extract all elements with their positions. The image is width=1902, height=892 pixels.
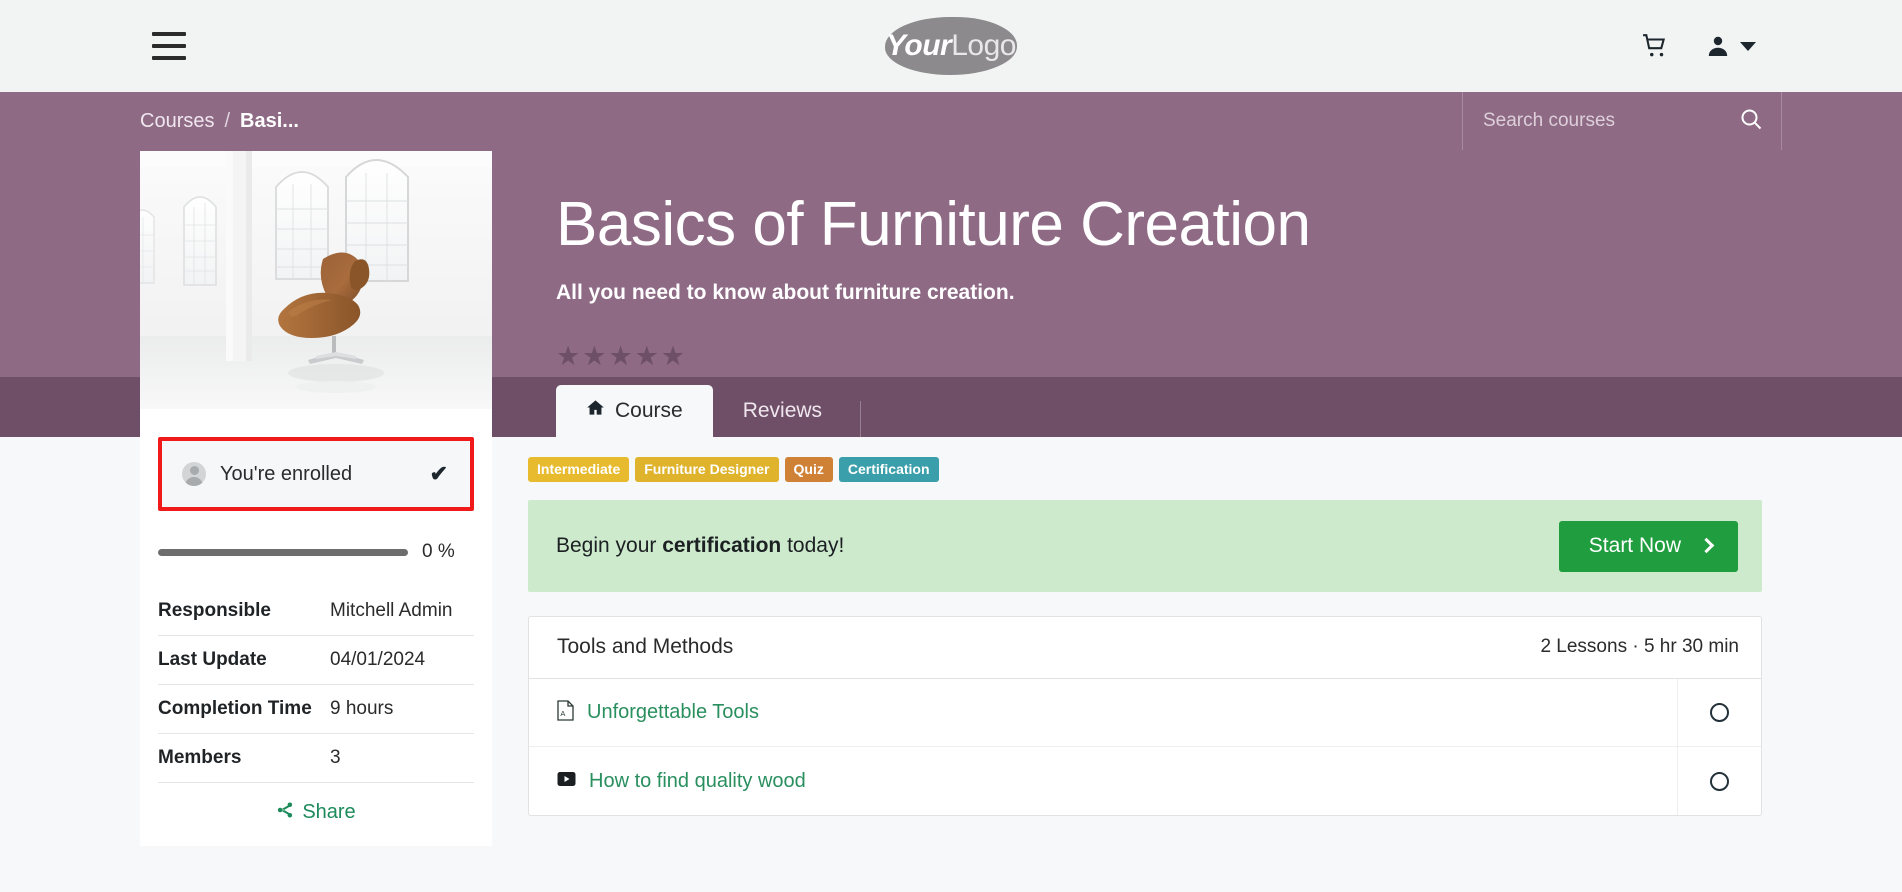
lesson-status[interactable] [1677,747,1761,815]
info-key: Members [158,733,330,783]
course-subtitle: All you need to know about furniture cre… [556,280,1015,304]
table-row: Completion Time 9 hours [158,684,474,734]
tag-certification[interactable]: Certification [838,457,939,482]
header-actions [1642,33,1842,59]
lesson-info: How to find quality wood [529,747,1677,815]
start-now-button[interactable]: Start Now [1558,520,1738,572]
tag-intermediate[interactable]: Intermediate [528,457,630,482]
tab-divider [860,401,862,437]
table-row: Last Update 04/01/2024 [158,635,474,685]
hamburger-bar [152,32,186,36]
loft-interior-illustration [140,151,492,409]
share-button[interactable]: Share [158,801,474,846]
info-key: Responsible [158,587,330,636]
info-key: Last Update [158,635,330,685]
tab-course[interactable]: Course [556,385,713,437]
cert-text-after: today! [781,534,845,557]
progress-bar-track [158,548,408,556]
site-header: YourLogo [0,0,1902,92]
lessons-section-title: Tools and Methods [557,635,734,658]
cert-text-before: Begin your [556,534,663,557]
course-main-content: Intermediate Furniture Designer Quiz Cer… [492,437,1762,846]
tab-reviews[interactable]: Reviews [713,386,852,437]
tag-quiz[interactable]: Quiz [784,457,833,482]
course-info-table: Responsible Mitchell Admin Last Update 0… [158,587,474,783]
chevron-down-icon [1740,41,1756,51]
cert-text-bold: certification [662,534,782,557]
table-row: Responsible Mitchell Admin [158,587,474,636]
course-progress: 0 % [158,541,474,563]
info-value: 9 hours [330,684,474,734]
course-sidebar: You're enrolled ✔ 0 % Responsible Mitche… [140,151,492,846]
home-icon [586,398,605,423]
breadcrumb-separator: / [224,109,231,132]
lesson-title[interactable]: Unforgettable Tools [587,701,759,724]
tag-furniture-designer[interactable]: Furniture Designer [635,457,779,482]
breadcrumb: Courses / Basi... [140,110,299,133]
user-account-menu[interactable] [1706,34,1756,58]
page-title: Basics of Furniture Creation [556,190,1311,259]
breadcrumb-item-courses[interactable]: Courses [140,110,214,133]
enrolled-highlight-box: You're enrolled ✔ [158,437,474,511]
page-body: You're enrolled ✔ 0 % Responsible Mitche… [0,151,1902,846]
course-thumbnail [140,151,492,409]
star-icon: ★ [556,340,581,371]
hamburger-menu-icon[interactable] [152,32,186,60]
progress-percent-label: 0 % [422,541,455,562]
breadcrumb-bar: Courses / Basi... [0,92,1902,150]
video-play-icon [557,771,576,792]
status-circle-incomplete-icon [1710,771,1729,791]
search-icon[interactable] [1739,107,1763,136]
user-avatar-icon [182,462,206,486]
logo-primary-text: Your [886,29,952,62]
info-value: 3 [330,733,474,783]
lessons-section-header: Tools and Methods 2 Lessons · 5 hr 30 mi… [529,617,1761,679]
logo-text: YourLogo [886,29,1016,63]
search-input[interactable] [1483,110,1739,132]
star-icon: ★ [582,340,607,371]
lesson-info: A Unforgettable Tools [529,679,1677,746]
tab-reviews-label: Reviews [742,399,823,422]
lesson-status[interactable] [1677,679,1761,746]
info-value: 04/01/2024 [330,635,474,685]
enrolled-status-button[interactable]: You're enrolled ✔ [162,441,470,507]
status-circle-incomplete-icon [1710,703,1729,722]
pdf-file-icon: A [557,699,574,726]
enrolled-label: You're enrolled [220,462,353,485]
list-item[interactable]: A Unforgettable Tools [529,679,1761,747]
share-label: Share [302,801,356,823]
svg-text:A: A [560,709,565,718]
lesson-title[interactable]: How to find quality wood [589,770,806,793]
certification-message: Begin your certification today! [556,534,844,558]
table-row: Members 3 [158,733,474,783]
info-key: Completion Time [158,684,330,734]
star-icon: ★ [634,340,659,371]
course-search-box[interactable] [1462,92,1782,150]
breadcrumb-item-current: Basi... [240,109,299,132]
star-icon: ★ [660,340,686,371]
certification-banner: Begin your certification today! Start No… [528,500,1762,592]
course-tabs: Course Reviews [556,385,862,437]
course-tags: Intermediate Furniture Designer Quiz Cer… [528,457,1762,482]
hamburger-bar [152,56,186,60]
hamburger-bar [152,44,186,48]
site-logo[interactable]: YourLogo [883,15,1019,77]
lessons-section-meta: 2 Lessons · 5 hr 30 min [1540,636,1739,657]
lessons-card: Tools and Methods 2 Lessons · 5 hr 30 mi… [528,616,1762,816]
course-rating-stars[interactable]: ★ ★ ★ ★ ★ [556,340,1902,371]
user-account-icon [1706,34,1730,58]
tab-course-label: Course [615,398,683,422]
info-value: Mitchell Admin [330,587,474,636]
start-now-label: Start Now [1588,533,1681,557]
list-item[interactable]: How to find quality wood [529,747,1761,815]
logo-secondary-text: Logo [951,29,1016,62]
star-icon: ★ [608,340,633,371]
check-icon: ✔ [429,461,448,486]
share-icon [276,801,294,824]
chevron-right-icon [1698,537,1715,554]
shopping-cart-icon[interactable] [1642,33,1668,59]
